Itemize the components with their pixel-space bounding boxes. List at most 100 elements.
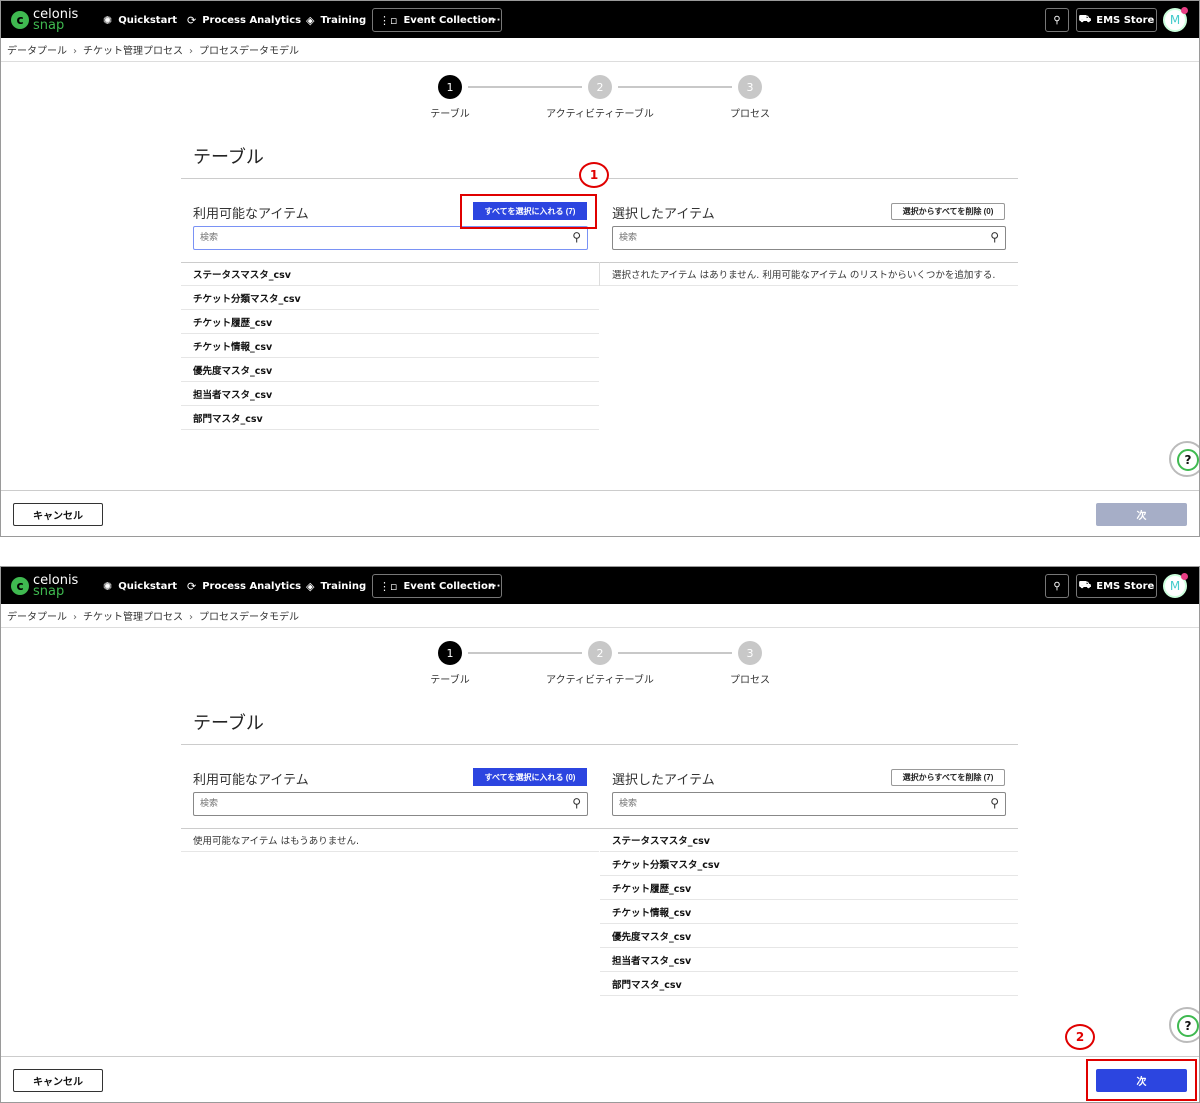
available-empty-message: 使用可能なアイテム はもうありません. (181, 828, 599, 852)
breadcrumb-separator: › (189, 612, 193, 623)
step-3-label: プロセス (730, 675, 770, 686)
search-icon[interactable]: ⚲ (990, 230, 999, 244)
process-analytics-icon: ⟳ (187, 579, 197, 593)
help-button[interactable]: ? (1169, 441, 1199, 477)
breadcrumb: データプール › チケット管理プロセス › プロセスデータモデル (7, 608, 299, 623)
selected-search-box: ⚲ (612, 792, 1006, 816)
nav-training[interactable]: ◈ Training (306, 576, 366, 596)
training-icon: ◈ (306, 13, 315, 27)
page-title: テーブル (193, 147, 264, 168)
step-2-label: アクティビティテーブル (546, 109, 654, 120)
training-icon: ◈ (306, 579, 315, 593)
list-item[interactable]: 部門マスタ_csv (600, 972, 1018, 996)
list-item[interactable]: 優先度マスタ_csv (600, 924, 1018, 948)
breadcrumb-item[interactable]: データプール (7, 46, 67, 57)
available-search-input[interactable] (200, 796, 540, 812)
annotation-number: 1 (579, 162, 609, 188)
breadcrumb-divider (1, 627, 1199, 628)
remove-all-button[interactable]: 選択からすべてを削除 (7) (891, 769, 1005, 786)
ems-store-button[interactable]: ⛟ EMS Store (1076, 574, 1157, 598)
cancel-button[interactable]: キャンセル (13, 503, 103, 526)
step-1-circle: 1 (438, 75, 462, 99)
store-icon: ⛟ (1078, 13, 1092, 25)
breadcrumb-item[interactable]: プロセスデータモデル (199, 46, 299, 57)
breadcrumb-separator: › (189, 46, 193, 57)
search-icon[interactable]: ⚲ (572, 796, 581, 810)
step-1-label: テーブル (430, 109, 470, 120)
selected-search-input[interactable] (619, 796, 959, 812)
list-item[interactable]: 優先度マスタ_csv (181, 358, 599, 382)
screenshot-panel-1: c celonis snap ✺ Quickstart ⟳ Process Anal… (0, 0, 1200, 537)
step-connector (468, 86, 582, 88)
celonis-c-logo-icon: c (11, 577, 29, 595)
top-nav: c celonis snap ✺ Quickstart ⟳ Process Anal… (1, 1, 1199, 38)
event-collection-icon: ⋮▫ (379, 579, 398, 593)
search-icon[interactable]: ⚲ (990, 796, 999, 810)
selected-search-box: ⚲ (612, 226, 1006, 250)
nav-process-analytics[interactable]: ⟳ Process Analytics (187, 576, 301, 596)
nav-process-analytics[interactable]: ⟳ Process Analytics (187, 10, 301, 30)
page-title: テーブル (193, 713, 264, 734)
nav-quickstart[interactable]: ✺ Quickstart (103, 576, 177, 596)
notification-dot (1181, 7, 1188, 14)
selected-empty-message: 選択されたアイテム はありません. 利用可能なアイテム のリストからいくつかを追… (600, 262, 1018, 286)
top-nav: c celonis snap ✺ Quickstart ⟳ Process Anal… (1, 567, 1199, 604)
annotation-highlight-box (1086, 1059, 1197, 1101)
step-2-circle: 2 (588, 641, 612, 665)
nav-more-button[interactable]: ··· (489, 576, 500, 596)
help-button[interactable]: ? (1169, 1007, 1199, 1043)
list-item[interactable]: チケット履歴_csv (181, 310, 599, 334)
help-icon: ? (1177, 1015, 1199, 1037)
select-all-button[interactable]: すべてを選択に入れる (0) (473, 768, 587, 786)
breadcrumb-item[interactable]: データプール (7, 612, 67, 623)
celonis-c-logo-icon: c (11, 11, 29, 29)
list-item[interactable]: チケット情報_csv (600, 900, 1018, 924)
logo-line2: snap (33, 584, 65, 599)
list-item[interactable]: 担当者マスタ_csv (600, 948, 1018, 972)
available-search-box: ⚲ (193, 226, 588, 250)
breadcrumb-divider (1, 61, 1199, 62)
breadcrumb-item[interactable]: チケット管理プロセス (83, 612, 183, 623)
list-item[interactable]: ステータスマスタ_csv (600, 828, 1018, 852)
nav-quickstart[interactable]: ✺ Quickstart (103, 10, 177, 30)
available-items-title: 利用可能なアイテム (193, 207, 309, 222)
list-item[interactable]: チケット分類マスタ_csv (600, 852, 1018, 876)
celonis-logo[interactable]: c celonis snap (11, 572, 78, 600)
list-item[interactable]: チケット情報_csv (181, 334, 599, 358)
celonis-logo[interactable]: c celonis snap (11, 6, 78, 34)
list-item[interactable]: 担当者マスタ_csv (181, 382, 599, 406)
footer-divider (1, 490, 1199, 491)
nav-search-button[interactable]: ⚲ (1045, 8, 1069, 32)
breadcrumb-item[interactable]: プロセスデータモデル (199, 612, 299, 623)
nav-search-button[interactable]: ⚲ (1045, 574, 1069, 598)
available-search-input[interactable] (200, 230, 540, 246)
search-icon: ⚲ (1053, 580, 1061, 592)
annotation-number: 2 (1065, 1024, 1095, 1050)
ems-store-button[interactable]: ⛟ EMS Store (1076, 8, 1157, 32)
step-2-label: アクティビティテーブル (546, 675, 654, 686)
title-divider (181, 744, 1018, 745)
list-item[interactable]: チケット分類マスタ_csv (181, 286, 599, 310)
nav-event-collection[interactable]: ⋮▫ Event Collection (372, 8, 502, 32)
list-item[interactable]: 部門マスタ_csv (181, 406, 599, 430)
search-icon[interactable]: ⚲ (572, 230, 581, 244)
screenshot-panel-2: c celonis snap ✺ Quickstart ⟳ Process Anal… (0, 566, 1200, 1103)
selected-search-input[interactable] (619, 230, 959, 246)
selected-items-title: 選択したアイテム (612, 207, 715, 222)
step-connector (618, 652, 732, 654)
step-3-circle: 3 (738, 641, 762, 665)
step-connector (468, 652, 582, 654)
step-1-label: テーブル (430, 675, 470, 686)
cancel-button[interactable]: キャンセル (13, 1069, 103, 1092)
nav-more-button[interactable]: ··· (489, 10, 500, 30)
breadcrumb-item[interactable]: チケット管理プロセス (83, 46, 183, 57)
list-item[interactable]: ステータスマスタ_csv (181, 262, 599, 286)
annotation-highlight-box (460, 194, 597, 229)
remove-all-button[interactable]: 選択からすべてを削除 (0) (891, 203, 1005, 220)
quickstart-icon: ✺ (103, 13, 113, 27)
help-icon: ? (1177, 449, 1199, 471)
next-button[interactable]: 次 (1096, 503, 1187, 526)
list-item[interactable]: チケット履歴_csv (600, 876, 1018, 900)
nav-training[interactable]: ◈ Training (306, 10, 366, 30)
nav-event-collection[interactable]: ⋮▫ Event Collection (372, 574, 502, 598)
